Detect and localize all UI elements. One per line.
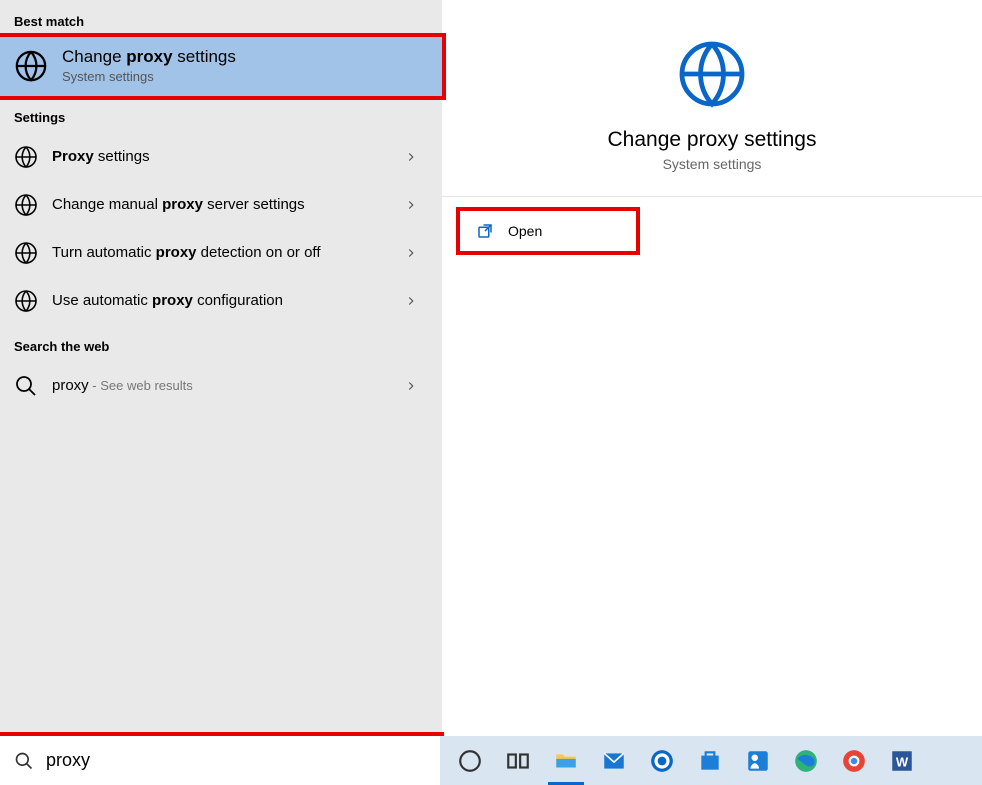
file-explorer-icon[interactable] [542,736,590,785]
store-icon[interactable] [686,736,734,785]
bm-subtitle: System settings [62,69,236,84]
globe-icon [14,241,38,265]
chevron-right-icon [404,246,418,260]
svg-text:W: W [896,754,909,769]
t: server settings [203,196,305,213]
bm-title-post: settings [173,47,236,66]
dell-icon[interactable] [638,736,686,785]
t: Change manual [52,196,162,213]
t: detection on or off [197,244,321,261]
open-icon [476,222,494,240]
bm-title-bold: proxy [126,47,172,66]
section-settings: Settings [0,96,442,133]
search-input[interactable] [46,750,426,771]
section-best-match: Best match [0,0,442,37]
best-match-item[interactable]: Change proxy settings System settings [0,37,442,96]
chevron-right-icon [404,379,418,393]
globe-icon [14,49,48,83]
taskbar: W [440,736,982,785]
settings-item-auto-detect[interactable]: Turn automatic proxy detection on or off [0,229,442,277]
t: Turn automatic [52,244,156,261]
t: proxy [156,244,197,261]
t: configuration [193,292,283,309]
t: Use automatic [52,292,152,309]
globe-icon [14,289,38,313]
open-label: Open [508,223,542,239]
preview-card: Change proxy settings System settings [442,0,982,197]
t: proxy [152,292,193,309]
word-icon[interactable]: W [878,736,926,785]
web-search-item[interactable]: proxy - See web results [0,362,442,410]
bm-title-pre: Change [62,47,126,66]
mail-icon[interactable] [590,736,638,785]
t: proxy [162,196,203,213]
t: settings [94,148,150,165]
search-results-pane: Best match Change proxy settings System … [0,0,442,736]
t: proxy [52,377,89,394]
task-view-icon[interactable] [494,736,542,785]
chevron-right-icon [404,150,418,164]
chevron-right-icon [404,294,418,308]
settings-item-auto-config[interactable]: Use automatic proxy configuration [0,277,442,325]
edge-icon[interactable] [782,736,830,785]
preview-title: Change proxy settings [442,128,982,152]
cortana-icon[interactable] [446,736,494,785]
search-icon [14,751,34,771]
best-match-text: Change proxy settings System settings [62,47,236,84]
t: - See web results [89,378,193,393]
support-icon[interactable] [734,736,782,785]
globe-icon [676,38,748,110]
t: Proxy [52,148,94,165]
search-icon [14,374,38,398]
globe-icon [14,193,38,217]
settings-item-manual-proxy[interactable]: Change manual proxy server settings [0,181,442,229]
section-search-web: Search the web [0,325,442,362]
chevron-right-icon [404,198,418,212]
preview-pane: Change proxy settings System settings Op… [442,0,982,736]
search-box[interactable] [0,736,440,785]
open-action[interactable]: Open [460,211,636,251]
chrome-icon[interactable] [830,736,878,785]
globe-icon [14,145,38,169]
settings-item-proxy[interactable]: Proxy settings [0,133,442,181]
preview-subtitle: System settings [442,156,982,172]
